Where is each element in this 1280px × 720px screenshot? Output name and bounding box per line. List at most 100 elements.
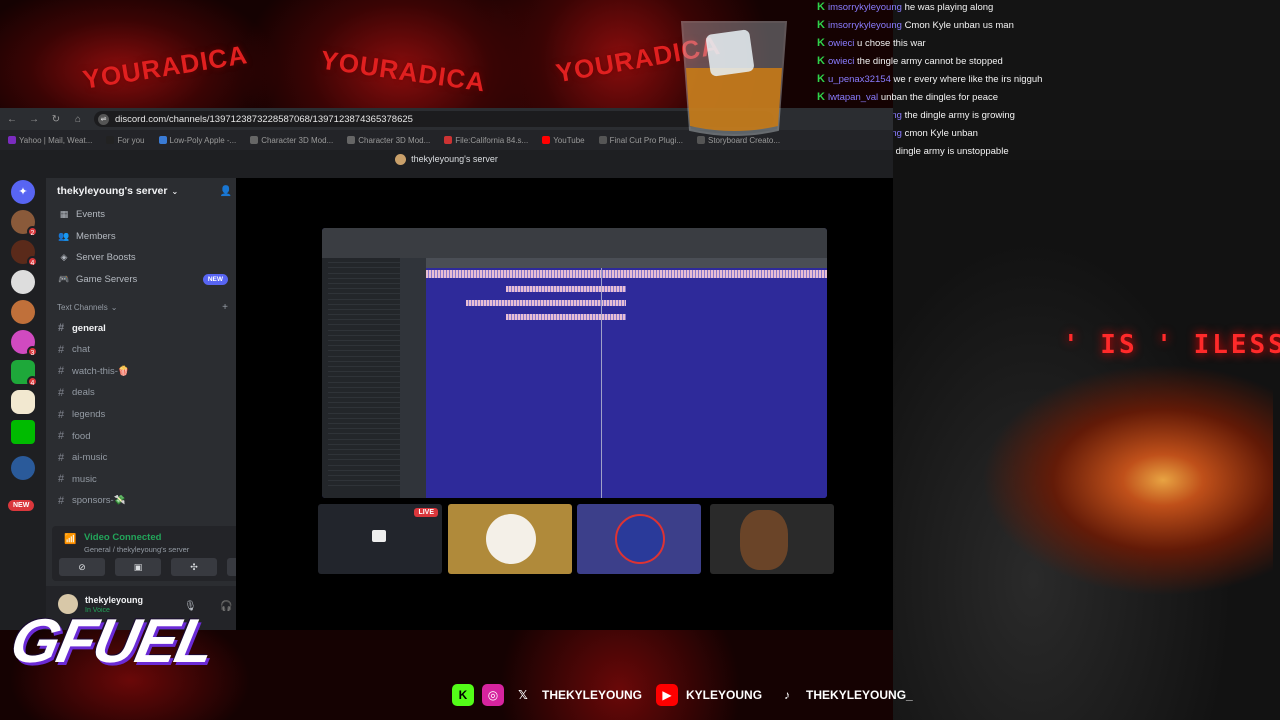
server-icon[interactable]: 2 — [11, 210, 38, 237]
screen-share-button[interactable]: ▣ — [115, 558, 161, 576]
kick-icon: K — [817, 19, 825, 31]
hash-icon: # — [58, 430, 65, 443]
chat-message: Kowieci u chose this war — [817, 36, 1280, 54]
server-icon[interactable]: 4 — [11, 240, 38, 267]
channel-item[interactable]: # deals — [46, 382, 236, 404]
participant-tile[interactable] — [577, 504, 701, 574]
channel-item[interactable]: # legends — [46, 404, 236, 426]
chat-username[interactable]: imsorrykyleyoung — [828, 2, 902, 13]
screen-share-tile[interactable] — [322, 228, 827, 498]
server-menu-item[interactable]: ◈ Server Boosts — [46, 247, 236, 269]
reload-icon[interactable]: ↻ — [50, 114, 62, 125]
server-icon-selected[interactable] — [11, 390, 35, 414]
youtube-icon: ▶ — [656, 684, 679, 706]
hash-icon: # — [58, 473, 65, 486]
server-name-header[interactable]: thekyleyoung's server ⌄ — [46, 178, 236, 204]
participant-tile[interactable] — [448, 504, 572, 574]
chat-message-text: he was playing along — [904, 2, 994, 13]
chat-text: he was playing along — [902, 2, 994, 13]
channel-item[interactable]: # general — [46, 317, 236, 339]
whiskey-glass-image — [680, 21, 788, 136]
chat-username[interactable]: owieci — [828, 56, 854, 67]
bookmark-item[interactable]: Character 3D Mod... — [250, 135, 333, 145]
voice-channel-detail[interactable]: General / thekyleyoung's server — [84, 545, 189, 554]
calendar-icon: ▦ — [59, 209, 69, 220]
menu-item-label: Game Servers — [76, 274, 138, 286]
mention-badge: 4 — [27, 376, 38, 387]
daw-browser-row — [328, 481, 400, 487]
discord-home-icon[interactable]: ✦ — [11, 180, 35, 204]
daw-track-headers — [400, 258, 426, 498]
chat-text: the dingle army is growing — [902, 110, 1015, 121]
mention-badge: 4 — [27, 256, 38, 267]
channel-item[interactable]: # food — [46, 425, 236, 447]
server-menu-item[interactable]: ▦ Events — [46, 204, 236, 226]
new-badge: NEW — [202, 274, 228, 286]
kick-icon: K — [817, 1, 825, 13]
channel-name: sponsors-💸 — [72, 495, 126, 507]
headphones-icon[interactable]: 🎧 — [220, 601, 232, 612]
bookmark-item[interactable]: YouTube — [542, 135, 585, 145]
discord-app: ✦ 2 4 3 4 NEW thekyleyoung's server ⌄ 👤 … — [0, 178, 893, 630]
bookmark-item[interactable]: Yahoo | Mail, Weat... — [8, 135, 92, 145]
menu-item-label: Events — [76, 209, 106, 221]
audio-clip — [506, 286, 626, 292]
channel-item[interactable]: # chat — [46, 339, 236, 361]
audio-clip — [466, 300, 626, 306]
category-header[interactable]: Text Channels ⌄ + — [46, 297, 236, 317]
server-icon[interactable] — [11, 300, 35, 324]
hat-logo-text: YOURADICA — [318, 44, 488, 98]
hash-icon: # — [58, 451, 65, 464]
site-info-icon[interactable]: ⇌ — [98, 113, 109, 125]
channel-item[interactable]: # watch-this-🍿 — [46, 361, 236, 383]
channel-item[interactable]: # sponsors-💸 — [46, 490, 236, 512]
username[interactable]: thekyleyoung — [85, 595, 143, 605]
bookmark-item[interactable]: Final Cut Pro Plugi... — [598, 135, 683, 145]
chat-username[interactable]: imsorrykyleyoung — [828, 20, 902, 31]
forward-icon[interactable]: → — [28, 114, 40, 125]
daw-toolbar — [322, 228, 827, 258]
address-bar[interactable]: ⇌ discord.com/channels/13971238732285870… — [94, 111, 774, 127]
invite-people-icon[interactable]: 👤 — [220, 186, 232, 197]
social-handle: KYLEYOUNG — [686, 688, 763, 702]
chat-username[interactable]: u_penax32154 — [828, 74, 891, 85]
gamepad-icon: 🎮 — [58, 274, 70, 285]
kick-icon: K — [817, 91, 825, 103]
chat-username[interactable]: owieci — [828, 38, 854, 49]
server-icon[interactable] — [11, 270, 35, 294]
server-icon[interactable]: 3 — [11, 330, 38, 357]
server-menu-item[interactable]: 👥 Members — [46, 226, 236, 248]
avatar — [486, 514, 536, 564]
server-icon[interactable] — [11, 420, 35, 444]
participant-tile[interactable]: LIVE — [318, 504, 442, 574]
channel-item[interactable]: # music — [46, 469, 236, 491]
hash-icon: # — [58, 386, 65, 399]
chevron-down-icon: ⌄ — [110, 302, 118, 312]
category-name: Text Channels — [57, 302, 108, 312]
voice-status[interactable]: Video Connected — [84, 532, 161, 543]
chat-text: cmon Kyle unban — [902, 128, 978, 139]
home-icon[interactable]: ⌂ — [72, 114, 84, 125]
server-menu: ▦ Events 👥 Members ◈ Server Boosts 🎮 Game Serve… — [46, 204, 236, 290]
chat-text: the dingle army is unstoppable — [877, 146, 1009, 157]
bookmark-item[interactable]: File:California 84.s... — [444, 135, 528, 145]
bookmark-item[interactable]: Character 3D Mod... — [347, 135, 430, 145]
bookmark-favicon — [598, 135, 607, 144]
hash-icon: # — [58, 408, 65, 421]
bookmark-item[interactable]: Low-Poly Apple -... — [158, 135, 236, 145]
create-channel-icon[interactable]: + — [222, 302, 228, 313]
channel-item[interactable]: # ai-music — [46, 447, 236, 469]
server-icon[interactable]: 4 — [11, 360, 38, 387]
chat-message-text: u chose this war — [857, 38, 926, 49]
activities-button[interactable]: ✣ — [171, 558, 217, 576]
chat-username[interactable]: lwtapan_val — [828, 92, 878, 103]
back-icon[interactable]: ← — [6, 114, 18, 125]
bookmark-item[interactable]: For you — [106, 135, 145, 145]
participant-tile[interactable] — [710, 504, 834, 574]
server-icon[interactable] — [11, 456, 35, 480]
server-menu-item[interactable]: 🎮 Game Servers NEW — [46, 269, 236, 291]
chat-text: Cmon Kyle unban us man — [902, 20, 1014, 31]
members-icon: 👥 — [58, 230, 70, 241]
x-icon: 𝕏 — [518, 688, 528, 702]
camera-off-button[interactable]: ⊘ — [59, 558, 105, 576]
